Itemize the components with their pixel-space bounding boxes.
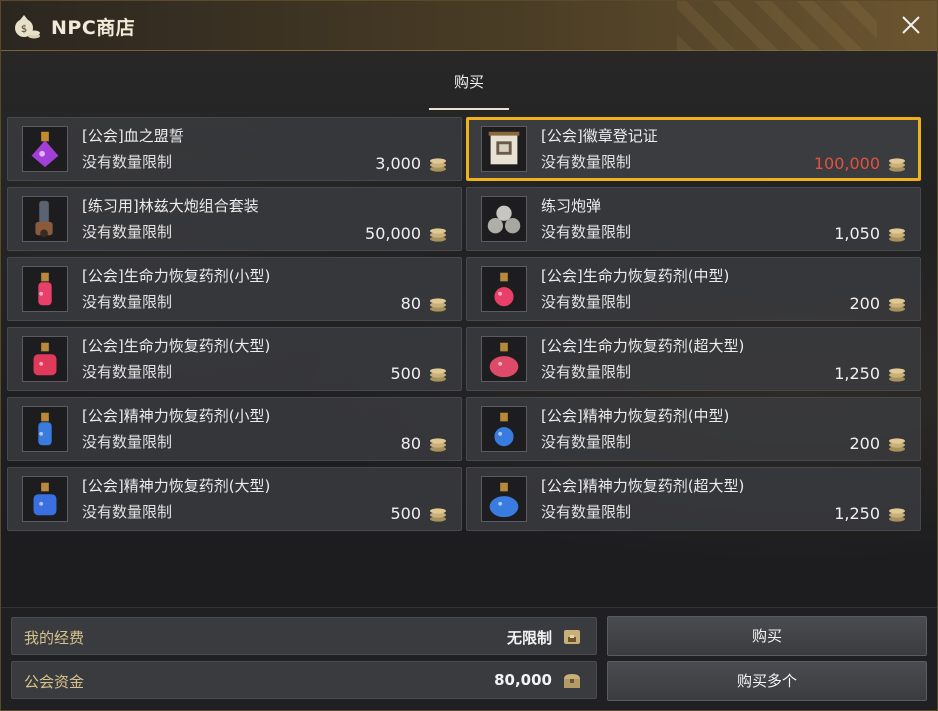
red-potion-small-icon: [22, 266, 68, 312]
item-price: 1,250: [834, 504, 880, 523]
item-limit: 没有数量限制: [82, 223, 173, 241]
title-bar: $ NPC商店: [1, 1, 937, 51]
shop-item[interactable]: 练习炮弹没有数量限制 1,050: [466, 187, 921, 251]
coin-stack-icon: [429, 436, 447, 452]
item-price: 500: [390, 504, 421, 523]
shop-item[interactable]: [公会]血之盟誓 没有数量限制 3,000: [7, 117, 462, 181]
shop-item[interactable]: [公会]徽章登记证 没有数量限制 100,000: [466, 117, 921, 181]
money-bag-icon: $: [15, 15, 40, 39]
item-price: 80: [400, 294, 421, 313]
title-decoration: [677, 1, 877, 51]
guild-funds-row: 公会资金 80,000: [11, 661, 597, 699]
item-price: 1,250: [834, 364, 880, 383]
shop-item[interactable]: [公会]精神力恢复药剂(超大型) 没有数量限制 1,250: [466, 467, 921, 531]
coin-stack-icon: [429, 296, 447, 312]
tab-bar: 购买: [1, 51, 937, 111]
cannonballs-icon: [481, 196, 527, 242]
shop-item[interactable]: [公会]生命力恢复药剂(小型) 没有数量限制 80: [7, 257, 462, 321]
item-limit: 没有数量限制: [541, 363, 632, 381]
item-name: [公会]精神力恢复药剂(小型): [82, 407, 271, 425]
red-potion-medium-icon: [481, 266, 527, 312]
item-limit: 没有数量限制: [82, 503, 173, 521]
scroll-certificate-icon: [481, 126, 527, 172]
item-name: [公会]精神力恢复药剂(中型): [541, 407, 730, 425]
guild-funds-label: 公会资金: [24, 673, 85, 691]
item-name: [公会]生命力恢复药剂(小型): [82, 267, 271, 285]
my-funds-row: 我的经费 无限制: [11, 617, 597, 655]
coin-stack-icon: [888, 156, 906, 172]
window-title: NPC商店: [51, 17, 136, 39]
coin-stack-icon: [888, 506, 906, 522]
item-name: [公会]生命力恢复药剂(超大型): [541, 337, 745, 355]
blue-potion-small-icon: [22, 406, 68, 452]
wallet-icon: [564, 630, 580, 644]
item-price: 1,050: [834, 224, 880, 243]
footer: 我的经费 无限制 公会资金 80,000 购买 购买多个: [1, 607, 937, 710]
item-limit: 没有数量限制: [541, 503, 632, 521]
shop-item[interactable]: [练习用]林兹大炮组合套装 没有数量限制 50,000: [7, 187, 462, 251]
coin-stack-icon: [888, 296, 906, 312]
tab-buy[interactable]: 购买: [429, 71, 509, 92]
item-name: [公会]徽章登记证: [541, 127, 658, 145]
item-limit: 没有数量限制: [541, 433, 632, 451]
guild-funds-value: 80,000: [494, 671, 552, 689]
shop-item[interactable]: [公会]生命力恢复药剂(大型) 没有数量限制 500: [7, 327, 462, 391]
coin-stack-icon: [429, 506, 447, 522]
shop-item[interactable]: [公会]精神力恢复药剂(小型) 没有数量限制 80: [7, 397, 462, 461]
item-limit: 没有数量限制: [541, 153, 632, 171]
item-price: 100,000: [813, 154, 880, 173]
coin-stack-icon: [888, 436, 906, 452]
item-limit: 没有数量限制: [82, 153, 173, 171]
my-funds-label: 我的经费: [24, 629, 85, 647]
coin-stack-icon: [888, 226, 906, 242]
coin-stack-icon: [429, 226, 447, 242]
item-price: 50,000: [365, 224, 421, 243]
blue-potion-large-icon: [22, 476, 68, 522]
item-name: [公会]生命力恢复药剂(大型): [82, 337, 271, 355]
close-icon[interactable]: [899, 13, 923, 37]
item-limit: 没有数量限制: [541, 223, 632, 241]
red-potion-large-icon: [22, 336, 68, 382]
blue-potion-xlarge-icon: [481, 476, 527, 522]
item-price: 3,000: [375, 154, 421, 173]
item-name: [公会]精神力恢复药剂(大型): [82, 477, 271, 495]
item-limit: 没有数量限制: [82, 363, 173, 381]
coin-stack-icon: [888, 366, 906, 382]
item-price: 80: [400, 434, 421, 453]
red-potion-xlarge-icon: [481, 336, 527, 382]
my-funds-value: 无限制: [506, 629, 552, 647]
coin-stack-icon: [429, 366, 447, 382]
item-limit: 没有数量限制: [82, 293, 173, 311]
item-name: [公会]生命力恢复药剂(中型): [541, 267, 730, 285]
coin-stack-icon: [429, 156, 447, 172]
item-price: 200: [849, 294, 880, 313]
shop-item[interactable]: [公会]生命力恢复药剂(超大型) 没有数量限制 1,250: [466, 327, 921, 391]
treasure-chest-icon: [564, 674, 580, 688]
item-name: [公会]血之盟誓: [82, 127, 184, 145]
tab-active-indicator: [429, 108, 509, 110]
item-name: [公会]精神力恢复药剂(超大型): [541, 477, 745, 495]
shop-item[interactable]: [公会]精神力恢复药剂(中型) 没有数量限制 200: [466, 397, 921, 461]
shop-item[interactable]: [公会]精神力恢复药剂(大型) 没有数量限制 500: [7, 467, 462, 531]
blue-potion-medium-icon: [481, 406, 527, 452]
item-name: 练习炮弹: [541, 197, 602, 215]
svg-text:$: $: [21, 24, 27, 35]
shop-item[interactable]: [公会]生命力恢复药剂(中型) 没有数量限制 200: [466, 257, 921, 321]
purple-potion-icon: [22, 126, 68, 172]
item-limit: 没有数量限制: [82, 433, 173, 451]
npc-shop-window: $ NPC商店 购买 [公会]血之盟誓 没有数量限制 3,000 [公会]徽章登记证没…: [0, 0, 938, 711]
item-name: [练习用]林兹大炮组合套装: [82, 197, 259, 215]
item-price: 500: [390, 364, 421, 383]
cannon-set-icon: [22, 196, 68, 242]
buy-button[interactable]: 购买: [607, 616, 927, 656]
buy-multiple-button[interactable]: 购买多个: [607, 661, 927, 701]
item-price: 200: [849, 434, 880, 453]
item-limit: 没有数量限制: [541, 293, 632, 311]
